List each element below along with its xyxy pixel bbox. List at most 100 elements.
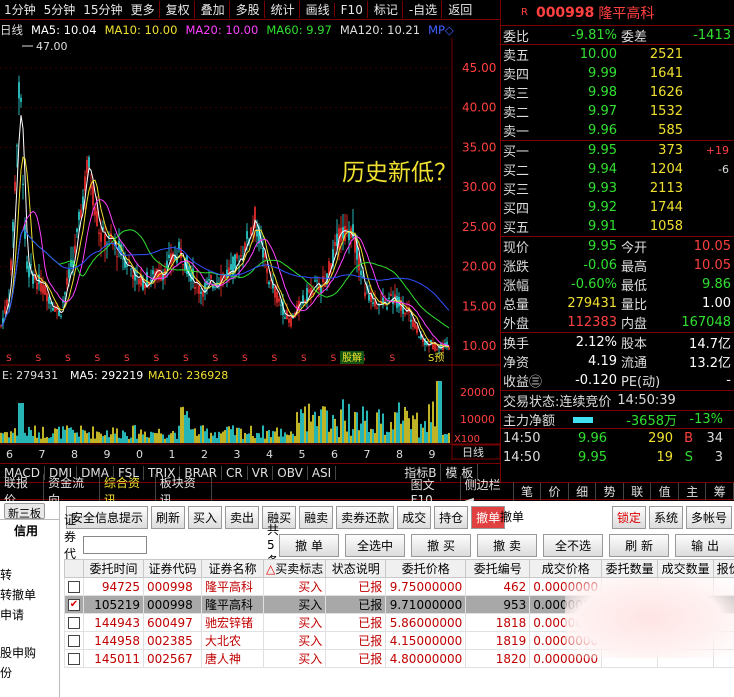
action-button-0[interactable]: 撤 单: [279, 533, 340, 557]
toolbar-item-11[interactable]: -自选: [401, 1, 441, 18]
select-column: [64, 559, 84, 578]
trade-button-3[interactable]: 卖出: [225, 505, 260, 529]
info-tab-13[interactable]: 筹: [706, 482, 734, 500]
stat-label: 现价: [503, 241, 530, 256]
candle-body: [262, 248, 264, 258]
side-menu-item-0[interactable]: 转: [0, 565, 59, 585]
trade-button-7[interactable]: 成交: [397, 505, 432, 529]
toolbar-item-0[interactable]: 1分钟: [0, 1, 40, 18]
info-tab-8[interactable]: 细: [569, 482, 597, 500]
action-button-5[interactable]: 刷 新: [609, 533, 670, 557]
info-tab-11[interactable]: 值: [651, 482, 679, 500]
system-button-0[interactable]: 锁定: [612, 506, 647, 529]
column-header-7[interactable]: 成交价格: [529, 559, 603, 578]
system-button-2[interactable]: 多帐号: [686, 506, 733, 529]
volume-bar: [14, 428, 16, 443]
row-checkbox[interactable]: [68, 653, 80, 665]
toolbar-item-9[interactable]: F10: [333, 2, 367, 17]
info-tab-6[interactable]: 笔: [514, 482, 542, 500]
toolbar-item-4[interactable]: 复权: [158, 1, 194, 18]
row-checkbox[interactable]: [68, 617, 80, 629]
kline-chart[interactable]: 45.00 40.00 35.00 30.00 25.00 20.00 15.00 10.00…: [0, 38, 500, 460]
toolbar-item-1[interactable]: 5分钟: [40, 1, 80, 18]
stat2-value: -: [726, 373, 731, 388]
row-checkbox[interactable]: ✔: [68, 599, 80, 611]
action-button-6[interactable]: 输 出: [675, 533, 734, 557]
action-button-3[interactable]: 撤 卖: [477, 533, 538, 557]
volume-bar: [108, 437, 110, 443]
asks-label: 卖一: [503, 125, 530, 140]
column-header-9[interactable]: 成交数量: [657, 559, 715, 578]
row-checkbox[interactable]: [68, 635, 80, 647]
info-tab-7[interactable]: 价: [541, 482, 569, 500]
action-button-1[interactable]: 全选中: [345, 533, 406, 557]
toolbar-item-2[interactable]: 15分钟: [79, 1, 126, 18]
toolbar-item-10[interactable]: 标记: [366, 1, 402, 18]
info-tab-12[interactable]: 主: [679, 482, 707, 500]
column-header-10[interactable]: 报价: [713, 559, 734, 578]
action-button-2[interactable]: 撤 买: [411, 533, 472, 557]
side-menu-item-1[interactable]: 转撤单: [0, 585, 59, 605]
volume-bar: [192, 429, 194, 443]
column-header-8[interactable]: 委托数量: [601, 559, 659, 578]
x-tick: 5: [299, 448, 306, 460]
side-menu-item-4[interactable]: 份: [0, 663, 59, 683]
row-checkbox[interactable]: [68, 581, 80, 593]
side-menu-item-2[interactable]: 申请: [0, 605, 59, 625]
candle-body: [322, 276, 324, 283]
trade-button-1[interactable]: 刷新: [151, 505, 186, 529]
volume-bar: [264, 438, 266, 443]
toolbar-item-3[interactable]: 更多: [127, 1, 159, 18]
candle-body: [368, 294, 370, 301]
tick-row-1[interactable]: 14:50 9.95 19 S 3: [501, 448, 734, 467]
volume-bar: [206, 428, 208, 443]
volume-bar: [132, 425, 134, 443]
volume-bar: [114, 433, 116, 443]
trade-button-8[interactable]: 持仓: [434, 505, 469, 529]
volume-bar: [216, 438, 218, 443]
column-header-0[interactable]: 委托时间: [83, 559, 144, 578]
toolbar-item-6[interactable]: 多股: [228, 1, 264, 18]
order-cell-price: 4.15000000: [385, 631, 467, 650]
column-header-1[interactable]: 证券代码: [143, 559, 202, 578]
tab-xinsanban[interactable]: 新三板: [4, 503, 45, 520]
toolbar-item-5[interactable]: 叠加: [193, 1, 229, 18]
column-header-3[interactable]: △买卖标志: [262, 559, 327, 578]
volume-bar: [146, 436, 148, 443]
quote-panel: R 000998 隆平高科 委比 -9.81% 委差 -1413 卖五 10.00…: [500, 0, 734, 482]
volume-bar: [244, 432, 246, 443]
trade-button-5[interactable]: 融卖: [299, 505, 334, 529]
column-header-4[interactable]: 状态说明: [325, 559, 387, 578]
indicator-tab-9[interactable]: ASI: [308, 465, 337, 480]
trade-button-6[interactable]: 卖券还款: [336, 505, 395, 529]
trade-button-2[interactable]: 买入: [188, 505, 223, 529]
volume-bar: [392, 429, 394, 443]
candle-body: [336, 233, 338, 246]
system-button-1[interactable]: 系统: [649, 506, 684, 529]
code-input[interactable]: [83, 536, 148, 554]
candle-body: [20, 97, 22, 102]
volume-bar: [238, 427, 240, 443]
indicator-tab-8[interactable]: OBV: [273, 465, 308, 480]
toolbar-item-12[interactable]: 返回: [441, 1, 476, 18]
column-header-2[interactable]: 证券名称: [201, 559, 264, 578]
toolbar-item-8[interactable]: 画线: [298, 1, 334, 18]
info-tab-9[interactable]: 势: [596, 482, 624, 500]
indicator-tab-6[interactable]: CR: [222, 465, 248, 480]
indicator-tab-7[interactable]: VR: [248, 465, 274, 480]
candle-body: [208, 279, 210, 281]
column-header-6[interactable]: 委托编号: [465, 559, 531, 578]
toolbar-item-7[interactable]: 统计: [263, 1, 299, 18]
volume-bar: [402, 420, 404, 443]
tab-credit[interactable]: 信用: [0, 520, 59, 541]
tick-list[interactable]: 14:50 9.96 290 B 34 14:50 9.95 19 S 3: [501, 429, 734, 467]
volume-bar: [6, 432, 8, 443]
candle-body: [18, 82, 20, 99]
volume-bar: [306, 431, 308, 443]
action-button-4[interactable]: 全不选: [543, 533, 604, 557]
side-menu-item-3[interactable]: 股申购: [0, 643, 59, 663]
column-header-5[interactable]: 委托价格: [385, 559, 467, 578]
tick-row-0[interactable]: 14:50 9.96 290 B 34: [501, 429, 734, 448]
info-tab-10[interactable]: 联: [624, 482, 652, 500]
stat-value: -0.60%: [571, 277, 617, 292]
